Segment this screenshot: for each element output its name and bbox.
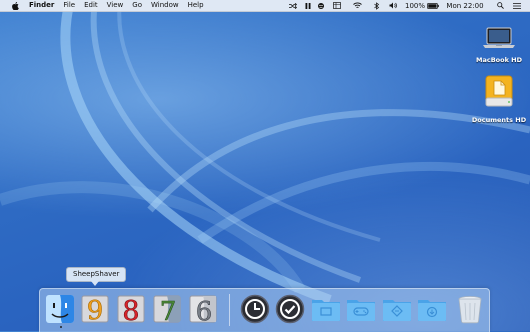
dock-item-mac-os-7[interactable]: 7 [152,294,182,327]
trash-icon [455,296,485,328]
apple-menu-icon[interactable] [10,1,20,10]
bluetooth-icon[interactable] [372,0,380,11]
dock-item-time-machine[interactable] [240,294,270,324]
svg-text:6: 6 [196,297,213,324]
grid-icon[interactable] [332,0,342,11]
dock-item-finder[interactable] [45,294,75,324]
dock-item-tasks[interactable] [275,294,305,324]
laptop-icon [481,27,517,54]
menu-bar: Finder File Edit View Go Window Help 100… [0,0,530,12]
folder-icon [311,300,341,328]
menu-window[interactable]: Window [151,0,179,11]
menu-edit[interactable]: Edit [84,0,98,11]
dock-tooltip-arrow [91,281,99,286]
desktop-icon-documents-hd[interactable]: Documents HD [469,74,529,124]
battery-icon[interactable] [426,0,440,11]
dock-item-downloads-folder[interactable] [417,294,447,324]
menu-help[interactable]: Help [188,0,204,11]
svg-text:8: 8 [122,296,139,324]
menu-view[interactable]: View [107,0,124,11]
mac-os-9-icon: 9 [80,295,110,328]
desktop-icon-macbook-hd[interactable]: MacBook HD [469,26,529,64]
downloads-folder-icon [417,300,447,328]
checkmark-icon [275,294,305,328]
mac-os-7-icon: 7 [152,295,182,328]
shuffle-icon[interactable] [288,0,298,11]
wifi-icon[interactable] [351,0,363,11]
list-icon[interactable] [512,0,522,11]
search-icon[interactable] [495,0,505,11]
clock-icon [240,294,270,328]
svg-text:9: 9 [87,296,104,324]
dock-item-mac-os-8[interactable]: 8 [116,294,146,327]
apps-folder-icon [382,300,412,328]
dock-tooltip: SheepShaver [66,267,127,282]
status-area: 100% Mon 22:00 [280,0,530,11]
pause-icon[interactable] [303,0,313,11]
dock-item-sheepshaver[interactable]: 9 [80,294,110,326]
menu-file[interactable]: File [63,0,75,11]
running-indicator [60,326,62,328]
dock-separator [229,294,230,326]
dock-item-mac-os-6[interactable]: 6 [188,294,218,327]
menu-app-name[interactable]: Finder [29,0,54,11]
gamepad-folder-icon [346,300,376,328]
virus-icon[interactable] [316,0,326,11]
svg-text:7: 7 [160,297,177,324]
dock-item-documents-folder[interactable] [311,294,341,324]
dock-item-applications-folder[interactable] [382,294,412,324]
desktop-icon-label: MacBook HD [475,56,522,64]
desktop-icon-label: Documents HD [471,116,527,124]
dock-item-games-folder[interactable] [346,294,376,324]
external-drive-icon [482,75,516,114]
dock-item-trash[interactable] [455,294,485,324]
volume-icon[interactable] [388,0,398,11]
mac-os-6-icon: 6 [188,295,218,328]
menu-go[interactable]: Go [132,0,142,11]
mac-os-8-icon: 8 [116,295,146,328]
battery-text[interactable]: 100% [405,0,425,11]
menu-clock[interactable]: Mon 22:00 [445,0,485,11]
